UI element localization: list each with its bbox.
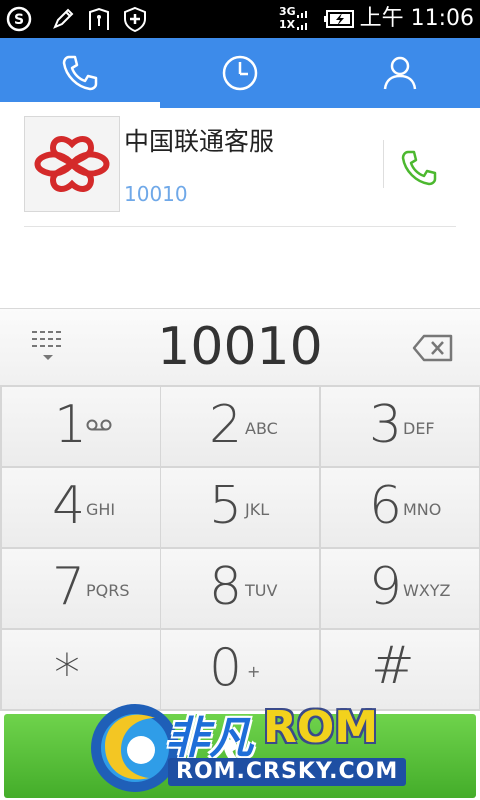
tab-bar xyxy=(0,38,480,108)
key-9[interactable]: 9 WXYZ xyxy=(321,549,479,628)
pen-icon xyxy=(48,4,78,34)
tab-contacts[interactable] xyxy=(320,38,480,108)
key-8[interactable]: 8 TUV xyxy=(161,549,319,628)
key-7[interactable]: 7 PQRS xyxy=(2,549,160,628)
network-indicator: 3G 1X xyxy=(279,5,296,31)
key-1[interactable]: 1 xyxy=(2,387,160,466)
voicemail-icon xyxy=(86,419,112,431)
dialpad-toggle-icon[interactable] xyxy=(30,329,66,369)
contact-name: 中国联通客服 xyxy=(124,127,275,156)
keypad: 1 2 ABC 3 DEF 4 GHI 5 JKL 6 MNO 7 PQRS 8… xyxy=(0,385,480,711)
key-5[interactable]: 5 JKL xyxy=(161,468,319,547)
frame-icon xyxy=(84,4,114,34)
search-results: 中国联通客服 10010 xyxy=(0,108,480,308)
contact-result-row[interactable]: 中国联通客服 10010 xyxy=(24,116,456,227)
key-3[interactable]: 3 DEF xyxy=(321,387,479,466)
status-bar: S 3G 1X 上午 11:06 xyxy=(0,0,480,38)
watermark-rom-text: ROM xyxy=(263,702,379,753)
clock-icon xyxy=(222,55,258,91)
watermark-cn-text: 非凡 xyxy=(165,713,253,764)
shield-plus-icon xyxy=(120,4,150,34)
battery-charging-icon xyxy=(323,4,357,34)
call-contact-button[interactable] xyxy=(399,148,439,188)
phone-icon xyxy=(401,150,437,186)
key-6[interactable]: 6 MNO xyxy=(321,468,479,547)
key-2[interactable]: 2 ABC xyxy=(161,387,319,466)
tab-dialer[interactable] xyxy=(0,38,160,108)
number-input-bar: 10010 xyxy=(0,308,480,386)
key-4[interactable]: 4 GHI xyxy=(2,468,160,547)
unicom-logo xyxy=(24,116,120,212)
divider xyxy=(383,140,384,188)
clock-time: 上午 11:06 xyxy=(359,6,474,31)
svg-text:S: S xyxy=(14,12,24,28)
watermark-url: ROM.CRSKY.COM xyxy=(168,758,407,786)
tab-recents[interactable] xyxy=(160,38,320,108)
person-icon xyxy=(383,56,417,90)
watermark-logo: 非凡 ROM ROM.CRSKY.COM xyxy=(85,690,407,800)
sogou-icon: S xyxy=(4,4,34,34)
contact-number: 10010 xyxy=(124,182,188,206)
dialed-number[interactable]: 10010 xyxy=(100,315,380,379)
backspace-icon xyxy=(412,334,453,362)
phone-icon xyxy=(62,55,98,91)
signal-icon xyxy=(296,4,312,34)
backspace-button[interactable] xyxy=(412,333,454,363)
